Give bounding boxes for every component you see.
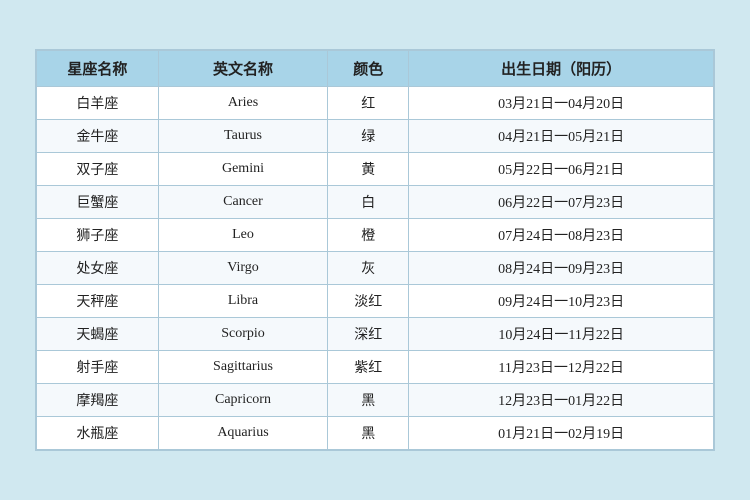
header-color: 颜色 [328, 51, 409, 87]
cell-date: 08月24日一09月23日 [409, 252, 714, 285]
table-row: 金牛座Taurus绿04月21日一05月21日 [37, 120, 714, 153]
table-row: 处女座Virgo灰08月24日一09月23日 [37, 252, 714, 285]
table-row: 射手座Sagittarius紫红11月23日一12月22日 [37, 351, 714, 384]
cell-zh: 射手座 [37, 351, 159, 384]
cell-color: 黑 [328, 417, 409, 450]
header-zh: 星座名称 [37, 51, 159, 87]
cell-zh: 巨蟹座 [37, 186, 159, 219]
cell-date: 09月24日一10月23日 [409, 285, 714, 318]
cell-date: 04月21日一05月21日 [409, 120, 714, 153]
table-row: 天秤座Libra淡红09月24日一10月23日 [37, 285, 714, 318]
cell-color: 淡红 [328, 285, 409, 318]
cell-zh: 天秤座 [37, 285, 159, 318]
cell-en: Sagittarius [158, 351, 327, 384]
cell-date: 07月24日一08月23日 [409, 219, 714, 252]
cell-en: Virgo [158, 252, 327, 285]
cell-color: 黑 [328, 384, 409, 417]
table-row: 双子座Gemini黄05月22日一06月21日 [37, 153, 714, 186]
table-body: 白羊座Aries红03月21日一04月20日金牛座Taurus绿04月21日一0… [37, 87, 714, 450]
cell-en: Libra [158, 285, 327, 318]
cell-en: Aquarius [158, 417, 327, 450]
table-header-row: 星座名称 英文名称 颜色 出生日期（阳历） [37, 51, 714, 87]
table-row: 巨蟹座Cancer白06月22日一07月23日 [37, 186, 714, 219]
cell-color: 橙 [328, 219, 409, 252]
header-en: 英文名称 [158, 51, 327, 87]
cell-color: 深红 [328, 318, 409, 351]
cell-color: 黄 [328, 153, 409, 186]
zodiac-table-container: 星座名称 英文名称 颜色 出生日期（阳历） 白羊座Aries红03月21日一04… [35, 49, 715, 451]
cell-color: 紫红 [328, 351, 409, 384]
cell-color: 灰 [328, 252, 409, 285]
cell-date: 05月22日一06月21日 [409, 153, 714, 186]
table-row: 水瓶座Aquarius黑01月21日一02月19日 [37, 417, 714, 450]
cell-zh: 双子座 [37, 153, 159, 186]
cell-zh: 处女座 [37, 252, 159, 285]
cell-zh: 水瓶座 [37, 417, 159, 450]
cell-zh: 白羊座 [37, 87, 159, 120]
cell-date: 11月23日一12月22日 [409, 351, 714, 384]
table-row: 白羊座Aries红03月21日一04月20日 [37, 87, 714, 120]
zodiac-table: 星座名称 英文名称 颜色 出生日期（阳历） 白羊座Aries红03月21日一04… [36, 50, 714, 450]
cell-zh: 狮子座 [37, 219, 159, 252]
cell-zh: 天蝎座 [37, 318, 159, 351]
cell-en: Leo [158, 219, 327, 252]
cell-date: 10月24日一11月22日 [409, 318, 714, 351]
cell-date: 01月21日一02月19日 [409, 417, 714, 450]
cell-en: Capricorn [158, 384, 327, 417]
table-row: 狮子座Leo橙07月24日一08月23日 [37, 219, 714, 252]
cell-date: 12月23日一01月22日 [409, 384, 714, 417]
cell-color: 白 [328, 186, 409, 219]
cell-zh: 金牛座 [37, 120, 159, 153]
cell-en: Cancer [158, 186, 327, 219]
table-row: 摩羯座Capricorn黑12月23日一01月22日 [37, 384, 714, 417]
cell-en: Taurus [158, 120, 327, 153]
cell-en: Scorpio [158, 318, 327, 351]
cell-color: 红 [328, 87, 409, 120]
table-row: 天蝎座Scorpio深红10月24日一11月22日 [37, 318, 714, 351]
cell-zh: 摩羯座 [37, 384, 159, 417]
cell-en: Aries [158, 87, 327, 120]
cell-date: 06月22日一07月23日 [409, 186, 714, 219]
cell-date: 03月21日一04月20日 [409, 87, 714, 120]
cell-color: 绿 [328, 120, 409, 153]
header-date: 出生日期（阳历） [409, 51, 714, 87]
cell-en: Gemini [158, 153, 327, 186]
